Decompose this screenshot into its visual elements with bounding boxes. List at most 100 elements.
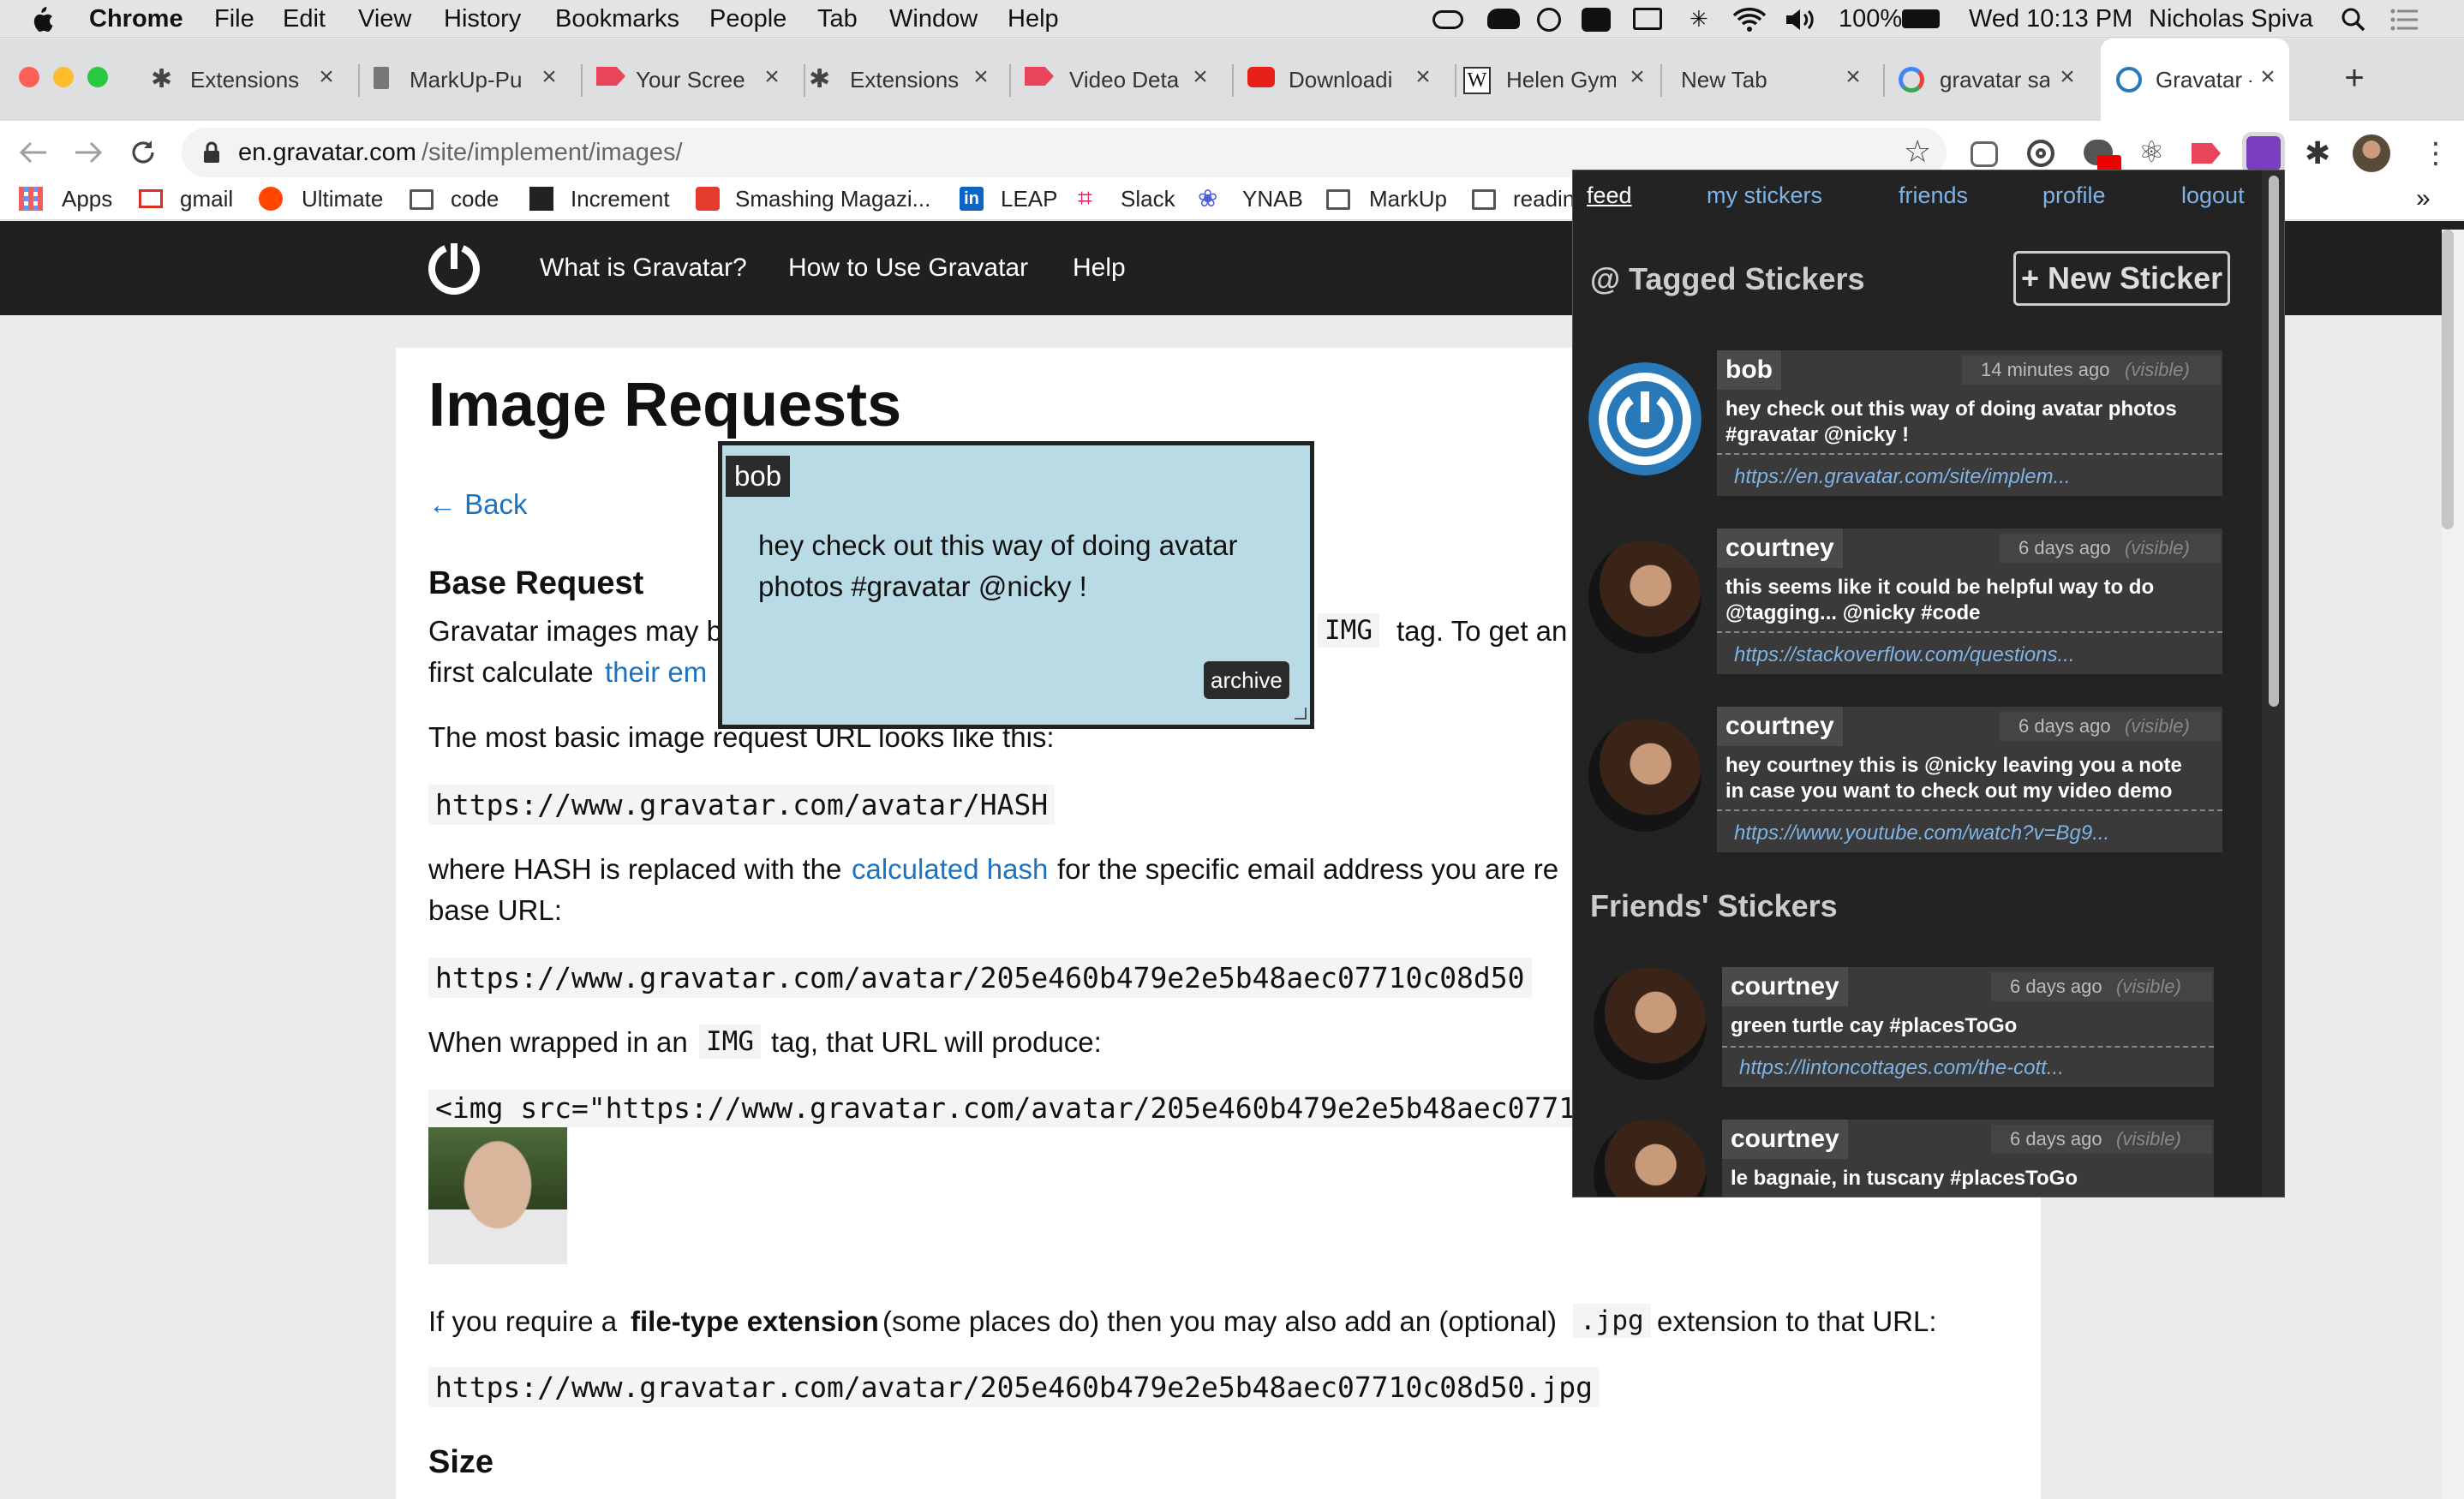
video-extension-icon[interactable] [2192,143,2221,164]
new-sticker-button[interactable]: + New Sticker [2013,251,2231,306]
close-icon[interactable]: × [1410,64,1436,90]
bookmark-slack[interactable]: ⌗ Slack [1078,177,1181,220]
menu-help[interactable]: Help [1008,0,1059,38]
sticker-item[interactable]: courtney 6 days ago (visible) hey courtn… [1588,707,2265,861]
bookmark-ynab[interactable]: ❀ YNAB [1198,177,1309,220]
close-icon[interactable]: × [968,64,994,90]
back-link[interactable]: ← Back [428,488,528,521]
extensions-puzzle-icon[interactable]: ✱ [2305,136,2330,170]
wifi-icon[interactable] [1732,7,1767,33]
nav-how-to-use[interactable]: How to Use Gravatar [788,221,1028,315]
page-scrollbar[interactable] [2442,230,2464,1499]
panel-nav-feed[interactable]: feed [1587,182,1632,209]
menubar-clock[interactable]: Wed 10:13 PM [1969,0,2132,38]
notification-icon[interactable] [1582,8,1611,32]
back-arrow-icon[interactable] [19,140,48,165]
forward-arrow-icon[interactable] [74,140,103,165]
tab-video-details[interactable]: Video Deta × [1011,39,1229,121]
panel-nav-my-stickers[interactable]: my stickers [1707,182,1822,209]
menu-file[interactable]: File [214,0,254,38]
apple-icon[interactable] [29,6,53,33]
tab-gravatar-search[interactable]: gravatar sa × [1885,39,2103,121]
close-icon[interactable]: × [1624,64,1650,90]
control-center-icon[interactable] [2390,9,2419,31]
sticker-item[interactable]: bob 14 minutes ago (visible) hey check o… [1588,350,2265,505]
sticker-link[interactable]: https://www.youtube.com/watch?v=Bg9... [1734,821,2109,845]
battery-icon[interactable] [1902,9,1940,28]
nav-help[interactable]: Help [1073,221,1126,315]
spotlight-search-icon[interactable] [2341,7,2366,33]
window-zoom-button[interactable] [87,67,108,87]
tab-your-screen[interactable]: Your Scree × [583,39,801,121]
sticker-link[interactable]: https://lintoncottages.com/the-cott... [1739,1056,2064,1080]
sticky-note[interactable]: bob hey check out this way of doing avat… [718,441,1314,729]
menubar-user[interactable]: Nicholas Spiva [2149,0,2313,38]
archive-button[interactable]: archive [1204,661,1289,699]
close-icon[interactable]: × [536,64,562,90]
close-icon[interactable]: × [1840,64,1866,90]
calculated-hash-link[interactable]: calculated hash [852,853,1048,886]
bookmark-smashing[interactable]: Smashing Magazi... [696,177,936,220]
tab-downloading[interactable]: Downloadi × [1234,39,1452,121]
tab-gravatar-active[interactable]: Gravatar - × [2101,39,2289,121]
menu-history[interactable]: History [444,0,521,38]
window-minimize-button[interactable] [53,67,74,87]
sticker-link[interactable]: https://stackoverflow.com/questions... [1734,643,2075,667]
chrome-menu-icon[interactable]: ⋮ [2421,136,2450,170]
reload-icon[interactable] [129,138,158,167]
tab-new-tab[interactable]: New Tab × [1662,39,1881,121]
menu-tab[interactable]: Tab [817,0,858,38]
bluetooth-icon[interactable]: ✳ [1690,0,1708,38]
bookmark-increment[interactable]: Increment [529,177,675,220]
extension-target-icon[interactable] [2027,140,2054,167]
bookmark-apps[interactable]: Apps [19,177,122,220]
sticker-item[interactable]: courtney 6 days ago (visible) green turt… [1594,967,2262,1096]
close-icon[interactable]: × [2054,64,2080,90]
profile-avatar[interactable] [2353,134,2390,172]
airplay-icon[interactable] [1633,8,1662,30]
close-icon[interactable]: × [759,64,785,90]
menu-people[interactable]: People [709,0,786,38]
extension-1-icon[interactable] [1971,141,1998,167]
gravatar-logo-icon[interactable] [423,238,485,300]
their-email-link[interactable]: their em [605,656,707,689]
star-icon[interactable]: ☆ [1904,134,1931,169]
sync-icon[interactable] [1537,8,1561,32]
menu-bookmarks[interactable]: Bookmarks [555,0,679,38]
react-icon[interactable]: ⚛ [2138,138,2164,167]
new-tab-button[interactable]: + [2337,61,2371,95]
sticker-extension-icon[interactable] [2246,136,2281,170]
bookmark-code[interactable]: code [410,177,521,220]
sticker-item[interactable]: courtney 6 days ago (visible) this seems… [1588,529,2265,683]
bookmark-gmail[interactable]: gmail [139,177,259,220]
menu-window[interactable]: Window [889,0,978,38]
close-icon[interactable]: × [314,64,339,90]
creative-cloud-icon[interactable] [1432,10,1463,29]
scrollbar-thumb[interactable] [2269,176,2279,707]
cloud-icon[interactable] [1487,9,1520,29]
menu-view[interactable]: View [358,0,411,38]
tab-extensions-1[interactable]: ✱ Extensions × [137,39,356,121]
panel-nav-friends[interactable]: friends [1899,182,1968,209]
tab-helen-gym[interactable]: W Helen Gym × [1456,39,1675,121]
bookmark-leap[interactable]: in LEAP [960,177,1062,220]
bookmark-ultimate[interactable]: Ultimate [259,177,404,220]
sticker-item[interactable]: courtney 6 days ago (visible) le bagnaie… [1594,1120,2262,1197]
panel-scrollbar[interactable] [2262,170,2284,1197]
close-icon[interactable]: × [1187,64,1213,90]
panel-nav-profile[interactable]: profile [2042,182,2106,209]
nav-what-is-gravatar[interactable]: What is Gravatar? [540,221,747,315]
menu-edit[interactable]: Edit [283,0,326,38]
bookmark-markup[interactable]: MarkUp [1326,177,1455,220]
tab-extensions-2[interactable]: ✱ Extensions × [805,39,1024,121]
app-menu-chrome[interactable]: Chrome [89,0,183,38]
scrollbar-thumb[interactable] [2442,230,2454,529]
panel-nav-logout[interactable]: logout [2181,182,2245,209]
tab-markup[interactable]: MarkUp-Pu × [360,39,578,121]
volume-icon[interactable] [1784,7,1818,33]
bookmark-readin[interactable]: readin [1472,177,1575,220]
resize-handle-icon[interactable] [1295,708,1307,720]
bookmarks-overflow-chevron-icon[interactable]: » [2416,177,2431,220]
sticker-link[interactable]: https://en.gravatar.com/site/implem... [1734,465,2071,489]
close-icon[interactable]: × [2255,64,2281,90]
